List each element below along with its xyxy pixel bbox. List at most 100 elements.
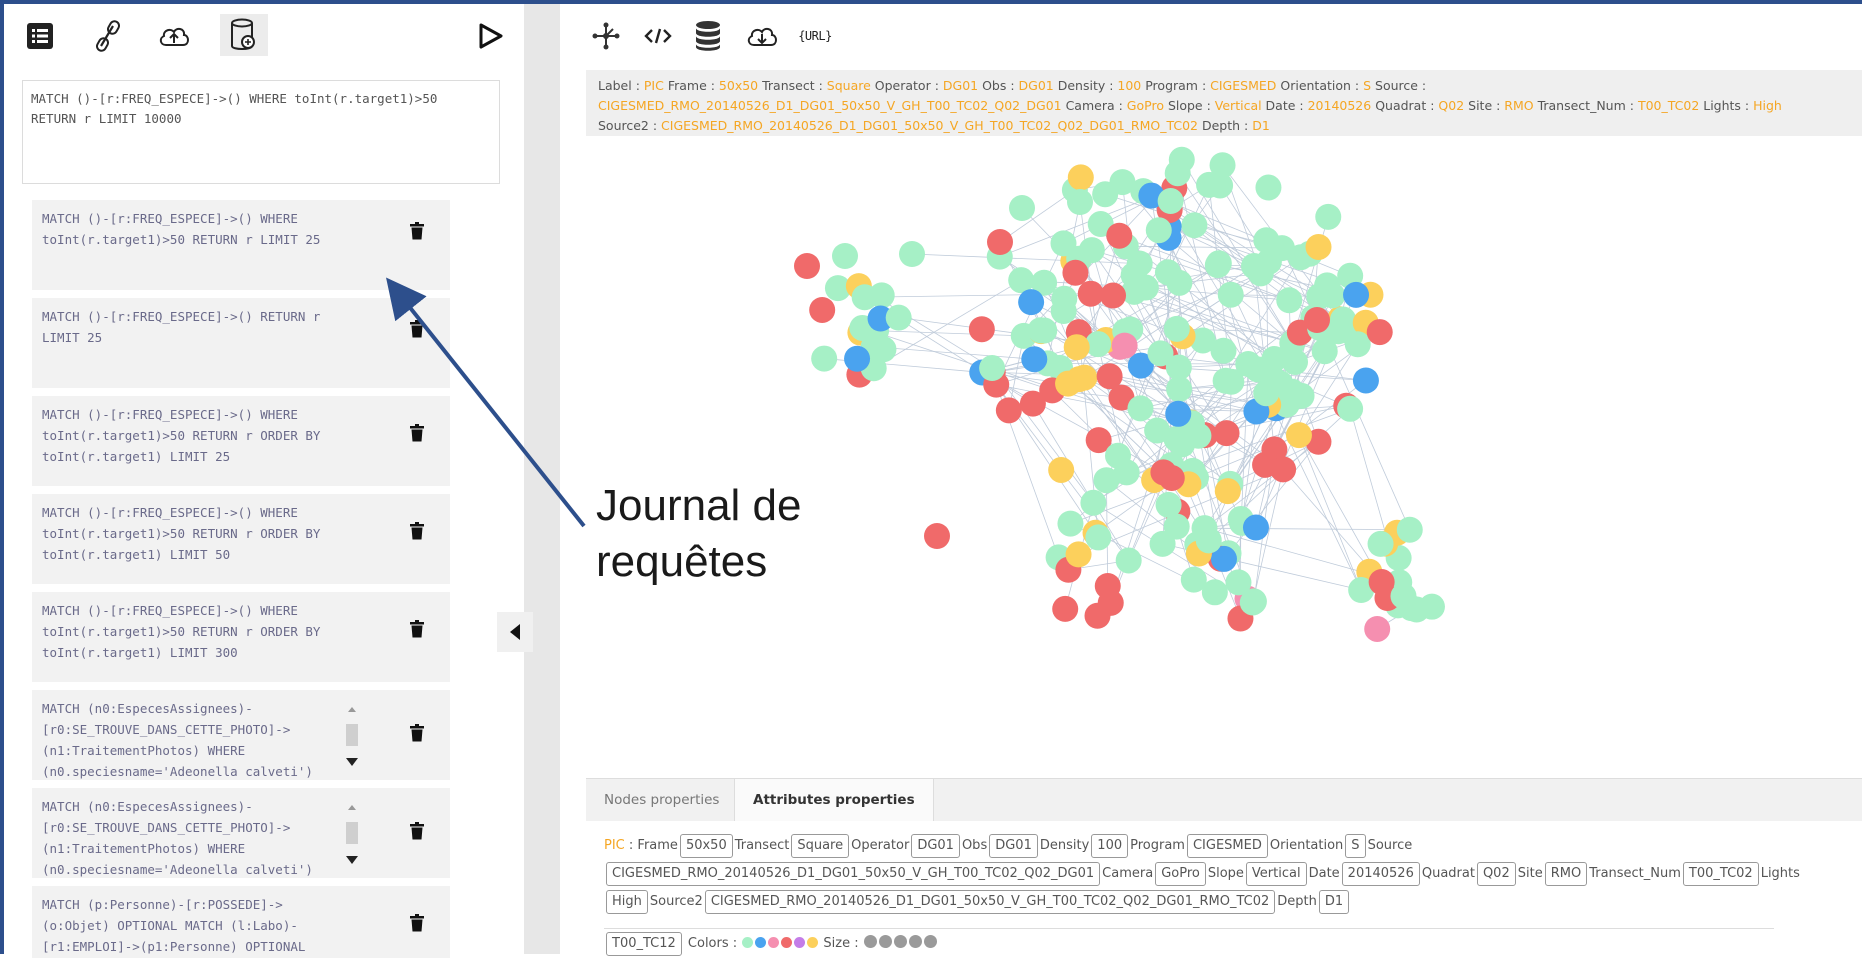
graph-node (1276, 287, 1302, 313)
graph-node (924, 523, 950, 549)
graph-node (1306, 234, 1332, 260)
color-swatch[interactable] (781, 937, 792, 948)
graph-node (1241, 253, 1267, 279)
caption-tag[interactable]: T00_TC12 (606, 932, 682, 956)
triangle-left-icon (508, 623, 522, 641)
cloud-download-icon[interactable] (744, 18, 780, 54)
graph-node (852, 284, 878, 310)
query-editor[interactable]: MATCH ()-[r:FREQ_ESPECE]->() WHERE toInt… (22, 80, 500, 184)
size-swatch[interactable] (894, 935, 907, 948)
attributes-panel: PIC : Frame50x50TransectSquareOperatorDG… (604, 832, 1854, 916)
trash-icon[interactable] (410, 914, 424, 932)
size-swatch[interactable] (864, 935, 877, 948)
color-swatch[interactable] (807, 937, 818, 948)
graph-node (844, 346, 870, 372)
color-swatch[interactable] (755, 937, 766, 948)
trash-icon[interactable] (410, 724, 424, 742)
query-history-text: MATCH ()-[r:FREQ_ESPECE]->() WHERE toInt… (42, 208, 320, 250)
query-history-text: MATCH (p:Personne)-[r:POSSEDE]-> (o:Obje… (42, 894, 305, 957)
trash-icon[interactable] (410, 424, 424, 442)
graph-node (1164, 316, 1190, 342)
graph-node (1159, 465, 1185, 491)
attribute-value: DG01 (911, 834, 960, 858)
query-history-item[interactable]: MATCH ()-[r:FREQ_ESPECE]->() WHERE toInt… (32, 592, 450, 682)
attribute-key: Obs (962, 838, 987, 853)
attribute-value: High (606, 890, 648, 914)
trash-icon[interactable] (410, 320, 424, 338)
trash-icon[interactable] (410, 522, 424, 540)
attribute-value: Q02 (1477, 862, 1516, 886)
query-history-text: MATCH ()-[r:FREQ_ESPECE]->() WHERE toInt… (42, 600, 320, 663)
color-swatch[interactable] (768, 937, 779, 948)
play-icon[interactable] (470, 16, 510, 56)
graph-node (1211, 338, 1237, 364)
graph-node (1127, 251, 1153, 277)
graph-node (1079, 237, 1105, 263)
list-icon[interactable] (20, 16, 60, 56)
graph-node (1150, 531, 1176, 557)
size-swatch[interactable] (924, 935, 937, 948)
graph-node (1196, 527, 1222, 553)
graph-node (1055, 371, 1081, 397)
attribute-key: Orientation (1270, 838, 1343, 853)
graph-node (1243, 515, 1269, 541)
attribute-key: Site (1518, 866, 1543, 881)
attribute-value: Square (791, 834, 849, 858)
cloud-upload-icon[interactable] (154, 16, 194, 56)
graph-node (979, 355, 1005, 381)
graph-node (1156, 492, 1182, 518)
item-scrollbar[interactable] (344, 798, 360, 874)
collapse-panel-button[interactable] (497, 612, 533, 652)
graph-node (1028, 317, 1054, 343)
graph-edge (874, 347, 1035, 359)
graph-node (1314, 272, 1340, 298)
divider (604, 928, 1774, 929)
color-swatch[interactable] (794, 937, 805, 948)
database-settings-icon[interactable] (220, 14, 268, 56)
size-label: Size : (819, 936, 862, 951)
graph-node (1369, 569, 1395, 595)
link-icon[interactable] (88, 16, 128, 56)
size-swatch[interactable] (879, 935, 892, 948)
graph-node (1169, 147, 1195, 173)
code-icon[interactable] (640, 18, 676, 54)
trash-icon[interactable] (410, 620, 424, 638)
tab-attributes-properties[interactable]: Attributes properties (734, 779, 934, 821)
colors-label: Colors : (684, 936, 742, 951)
panel-divider[interactable] (524, 4, 560, 954)
query-history-item[interactable]: MATCH (n0:EspecesAssignees)- [r0:SE_TROU… (32, 788, 450, 878)
color-swatch[interactable] (742, 937, 753, 948)
query-history-item[interactable]: MATCH ()-[r:FREQ_ESPECE]->() WHERE toInt… (32, 494, 450, 584)
query-panel: MATCH ()-[r:FREQ_ESPECE]->() WHERE toInt… (4, 4, 524, 954)
graph-node (1100, 283, 1126, 309)
query-history-item[interactable]: MATCH ()-[r:FREQ_ESPECE]->() WHERE toInt… (32, 396, 450, 486)
trash-icon[interactable] (410, 822, 424, 840)
url-label: {URL} (798, 29, 832, 43)
attribute-key: Depth (1277, 894, 1317, 909)
trash-icon[interactable] (410, 222, 424, 240)
graph-node (1181, 567, 1207, 593)
graph-node (1368, 531, 1394, 557)
graph-node (832, 243, 858, 269)
database-icon[interactable] (690, 18, 726, 54)
graph-node (1144, 418, 1170, 444)
graph-node (1165, 401, 1191, 427)
graph-node (1051, 230, 1077, 256)
attribute-key: Program (1130, 838, 1185, 853)
attribute-value: RMO (1545, 862, 1587, 886)
network-graph[interactable] (582, 138, 1862, 778)
tab-nodes-properties[interactable]: Nodes properties (586, 779, 737, 821)
annotation-label: Journal de requêtes (596, 478, 801, 590)
size-swatch[interactable] (909, 935, 922, 948)
attribute-key: Source2 (650, 894, 703, 909)
graph-node (1098, 590, 1124, 616)
query-history-item[interactable]: MATCH ()-[r:FREQ_ESPECE]->() WHERE toInt… (32, 200, 450, 290)
url-icon[interactable]: {URL} (792, 18, 838, 54)
graph-layout-icon[interactable] (588, 18, 624, 54)
graph-node (1057, 511, 1083, 537)
item-scrollbar[interactable] (344, 700, 360, 776)
query-history-item[interactable]: MATCH (p:Personne)-[r:POSSEDE]-> (o:Obje… (32, 886, 450, 958)
query-history-item[interactable]: MATCH ()-[r:FREQ_ESPECE]->() RETURN r LI… (32, 298, 450, 388)
graph-node (886, 305, 912, 331)
query-history-item[interactable]: MATCH (n0:EspecesAssignees)- [r0:SE_TROU… (32, 690, 450, 780)
